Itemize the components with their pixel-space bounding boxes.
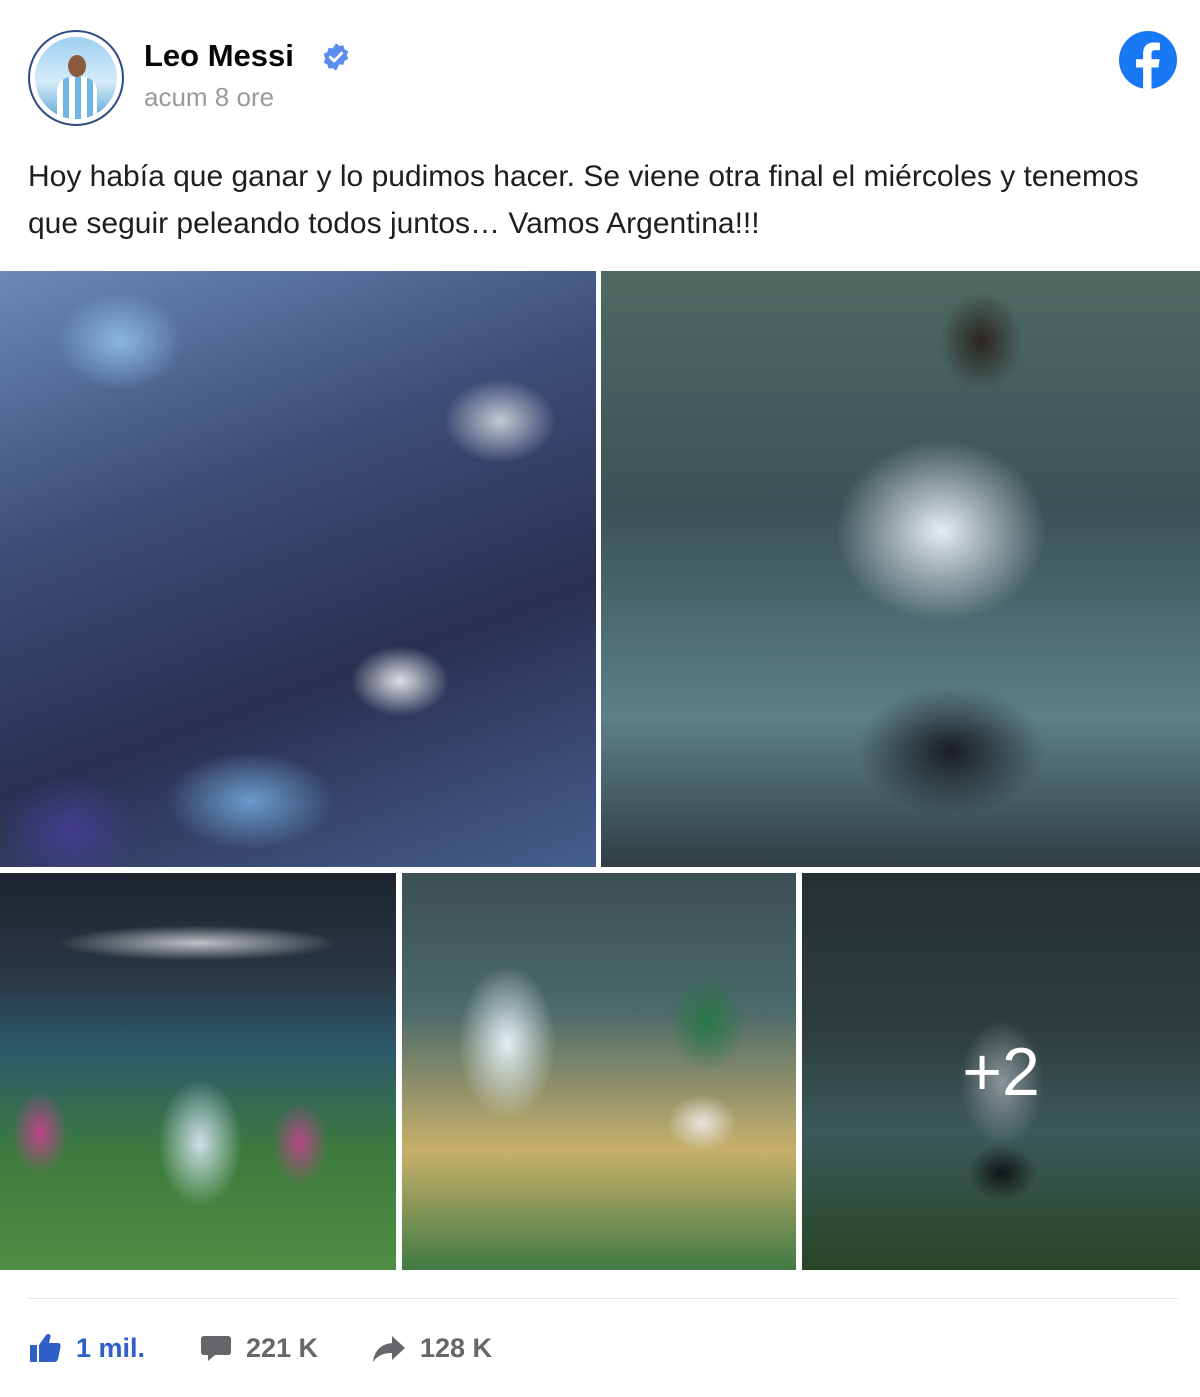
photo-4[interactable] <box>402 873 796 1270</box>
divider <box>28 1298 1178 1299</box>
post-text: Hoy había que ganar y lo pudimos hacer. … <box>28 160 1139 240</box>
share-button[interactable]: 128 K <box>372 1326 492 1370</box>
share-count: 128 K <box>420 1332 493 1363</box>
photo-2[interactable] <box>601 271 1200 867</box>
photo-1[interactable] <box>0 271 596 867</box>
verified-badge-icon <box>323 43 349 71</box>
avatar[interactable] <box>28 30 124 126</box>
avatar-photo <box>35 37 117 119</box>
photo-3[interactable] <box>0 873 396 1270</box>
facebook-icon[interactable] <box>1118 30 1178 90</box>
photo-5[interactable]: +2 <box>802 873 1200 1270</box>
comment-button[interactable]: 221 K <box>200 1326 318 1370</box>
comment-icon <box>201 1336 231 1361</box>
author-name[interactable]: Leo Messi <box>144 38 294 74</box>
like-button[interactable]: 1 mil. <box>28 1326 145 1370</box>
like-count: 1 mil. <box>76 1332 146 1363</box>
thumbs-up-icon <box>30 1333 61 1362</box>
more-photos-count[interactable]: +2 <box>802 873 1200 1270</box>
post-timestamp[interactable]: acum 8 ore <box>144 82 274 113</box>
post-stats-bar: 1 mil. 221 K 128 K <box>28 1326 628 1370</box>
comment-count: 221 K <box>246 1332 319 1363</box>
post-header: Leo Messi acum 8 ore <box>28 28 1178 128</box>
share-arrow-icon <box>373 1336 405 1362</box>
